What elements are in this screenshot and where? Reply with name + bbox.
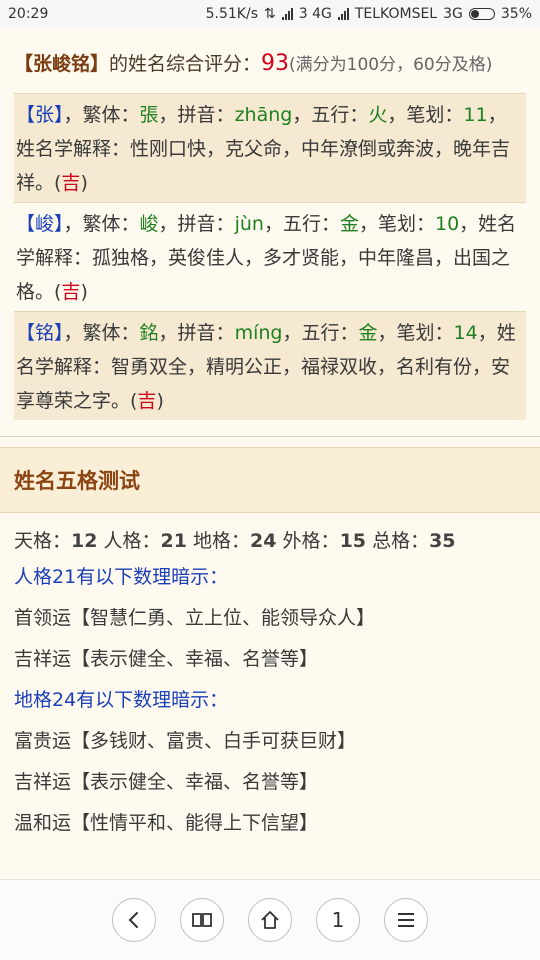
status-right: 5.51K/s ⇅ 3 4G TELKOMSEL 3G 35% bbox=[206, 6, 532, 22]
char-block-zhang: 【张】，繁体：張，拼音：zhāng，五行：火，笔划：11，姓名学解释：性刚口快，… bbox=[14, 93, 526, 202]
traditional-char: 峻 bbox=[139, 213, 159, 235]
label-pinyin: ，拼音： bbox=[158, 104, 235, 126]
label-pinyin: ，拼音： bbox=[158, 322, 235, 344]
paren-close: ) bbox=[80, 281, 88, 303]
score-note: (满分为100分，60分及格) bbox=[289, 55, 493, 75]
back-button[interactable] bbox=[112, 898, 156, 942]
home-icon bbox=[261, 911, 279, 929]
traditional-char: 張 bbox=[139, 104, 159, 126]
battery-icon bbox=[468, 8, 495, 20]
carrier: TELKOMSEL bbox=[354, 6, 438, 22]
strokes-value: 14 bbox=[453, 322, 478, 344]
open-book-icon bbox=[192, 913, 212, 927]
luck-value: 吉 bbox=[61, 281, 81, 303]
reader-button[interactable] bbox=[180, 898, 224, 942]
traditional-char: 銘 bbox=[139, 322, 159, 344]
score-summary: 【张峻铭】的姓名综合评分：93(满分为100分，60分及格) bbox=[0, 28, 540, 81]
element-value: 火 bbox=[368, 104, 388, 126]
battery-text: 35% bbox=[500, 6, 532, 22]
divider bbox=[0, 436, 540, 447]
hint-heading: 地格24有以下数理暗示： bbox=[14, 689, 229, 711]
home-button[interactable] bbox=[248, 898, 292, 942]
hint-list: 人格21有以下数理暗示： 首领运【智慧仁勇、立上位、能领导众人】 吉祥运【表示健… bbox=[0, 557, 540, 844]
hamburger-icon bbox=[398, 913, 414, 927]
tab-count: 1 bbox=[331, 908, 345, 932]
wai-label: 外格： bbox=[282, 530, 340, 552]
hint-item: 首领运【智慧仁勇、立上位、能领导众人】 bbox=[14, 607, 376, 629]
paren-close: ) bbox=[80, 172, 88, 194]
char-name: 【张】 bbox=[16, 104, 64, 126]
signal-icon bbox=[281, 8, 293, 20]
luck-value: 吉 bbox=[61, 172, 81, 194]
char-name: 【峻】 bbox=[16, 213, 64, 235]
luck-value: 吉 bbox=[137, 390, 157, 412]
network-type: 3G bbox=[443, 6, 463, 22]
ren-value: 21 bbox=[160, 530, 187, 552]
label-pinyin: ，拼音： bbox=[158, 213, 235, 235]
element-value: 金 bbox=[358, 322, 378, 344]
hint-item: 吉祥运【表示健全、幸福、名誉等】 bbox=[14, 648, 319, 670]
pinyin-value: zhāng bbox=[234, 104, 293, 126]
element-value: 金 bbox=[339, 213, 359, 235]
status-time: 20:29 bbox=[8, 6, 49, 22]
di-label: 地格： bbox=[193, 530, 251, 552]
label-traditional: ，繁体： bbox=[63, 104, 140, 126]
score-value: 93 bbox=[261, 51, 290, 76]
net-speed: 5.51K/s bbox=[205, 6, 258, 22]
char-block-ming: 【铭】，繁体：銘，拼音：míng，五行：金，笔划：14，姓名学解释：智勇双全，精… bbox=[14, 311, 526, 420]
zong-value: 35 bbox=[429, 530, 456, 552]
wuge-summary: 天格：12 人格：21 地格：24 外格：15 总格：35 bbox=[0, 513, 540, 557]
di-value: 24 bbox=[250, 530, 277, 552]
section-title: 姓名五格测试 bbox=[14, 469, 140, 493]
strokes-value: 10 bbox=[434, 213, 460, 235]
label-strokes: ，笔划： bbox=[377, 322, 454, 344]
strokes-value: 11 bbox=[463, 104, 488, 126]
signal-icon-2 bbox=[337, 8, 349, 20]
menu-button[interactable] bbox=[384, 898, 428, 942]
sim-label: 3 4G bbox=[298, 6, 332, 22]
hint-item: 温和运【性情平和、能得上下信望】 bbox=[14, 812, 319, 834]
hint-heading: 人格21有以下数理暗示： bbox=[14, 566, 229, 588]
paren-close: ) bbox=[156, 390, 164, 412]
page-content: 【张峻铭】的姓名综合评分：93(满分为100分，60分及格) 【张】，繁体：張，… bbox=[0, 28, 540, 844]
bottom-nav: 1 bbox=[0, 879, 540, 960]
pinyin-value: míng bbox=[234, 322, 283, 344]
tabs-button[interactable]: 1 bbox=[316, 898, 360, 942]
score-label: 的姓名综合评分： bbox=[109, 53, 262, 75]
label-strokes: ，笔划： bbox=[387, 104, 464, 126]
tian-value: 12 bbox=[71, 530, 98, 552]
status-bar: 20:29 5.51K/s ⇅ 3 4G TELKOMSEL 3G 35% bbox=[0, 0, 540, 28]
hint-item: 富贵运【多钱财、富贵、白手可获巨财】 bbox=[14, 730, 357, 752]
char-name: 【铭】 bbox=[16, 322, 64, 344]
pinyin-value: jùn bbox=[234, 213, 264, 235]
zong-label: 总格： bbox=[372, 530, 430, 552]
char-block-jun: 【峻】，繁体：峻，拼音：jùn，五行：金，笔划：10，姓名学解释：孤独格，英俊佳… bbox=[14, 202, 526, 311]
section-header-wuge: 姓名五格测试 bbox=[0, 447, 540, 513]
label-element: ，五行： bbox=[282, 322, 359, 344]
data-arrows-icon: ⇅ bbox=[264, 6, 276, 22]
ren-label: 人格： bbox=[103, 530, 161, 552]
label-traditional: ，繁体： bbox=[63, 322, 140, 344]
full-name: 【张峻铭】 bbox=[14, 53, 110, 75]
wai-value: 15 bbox=[339, 530, 367, 552]
label-strokes: ，笔划： bbox=[358, 213, 435, 235]
hint-item: 吉祥运【表示健全、幸福、名誉等】 bbox=[14, 771, 319, 793]
label-element: ，五行： bbox=[263, 213, 340, 235]
label-element: ，五行： bbox=[292, 104, 369, 126]
tian-label: 天格： bbox=[14, 530, 72, 552]
label-traditional: ，繁体： bbox=[63, 213, 140, 235]
chevron-left-icon bbox=[128, 912, 138, 928]
